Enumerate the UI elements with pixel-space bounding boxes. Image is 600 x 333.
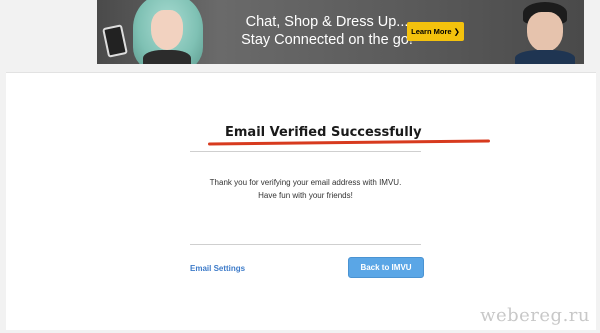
banner-tagline: Chat, Shop & Dress Up... Stay Connected … — [237, 13, 417, 49]
email-settings-link[interactable]: Email Settings — [190, 264, 245, 273]
banner-tagline-line1: Chat, Shop & Dress Up... — [245, 14, 409, 30]
female-avatar-body — [143, 50, 191, 64]
confirmation-message: Thank you for verifying your email addre… — [190, 176, 421, 202]
phone-illustration — [102, 24, 128, 58]
promo-banner[interactable]: Chat, Shop & Dress Up... Stay Connected … — [97, 0, 584, 64]
learn-more-button[interactable]: Learn More ❯ — [407, 22, 464, 41]
page-title: Email Verified Successfully — [225, 125, 422, 140]
back-to-imvu-button[interactable]: Back to IMVU — [348, 257, 424, 278]
male-avatar-face — [527, 12, 563, 52]
message-line-1: Thank you for verifying your email addre… — [209, 178, 402, 187]
banner-tagline-line2: Stay Connected on the go! — [241, 32, 413, 48]
chevron-right-icon: ❯ — [453, 27, 460, 36]
female-avatar-face — [151, 10, 183, 50]
watermark-text: webereg.ru — [480, 305, 590, 326]
message-line-2: Have fun with your friends! — [258, 191, 353, 200]
learn-more-label: Learn More — [411, 27, 452, 36]
divider-top — [190, 151, 421, 152]
divider-bottom — [190, 244, 421, 245]
male-avatar-body — [515, 50, 575, 64]
